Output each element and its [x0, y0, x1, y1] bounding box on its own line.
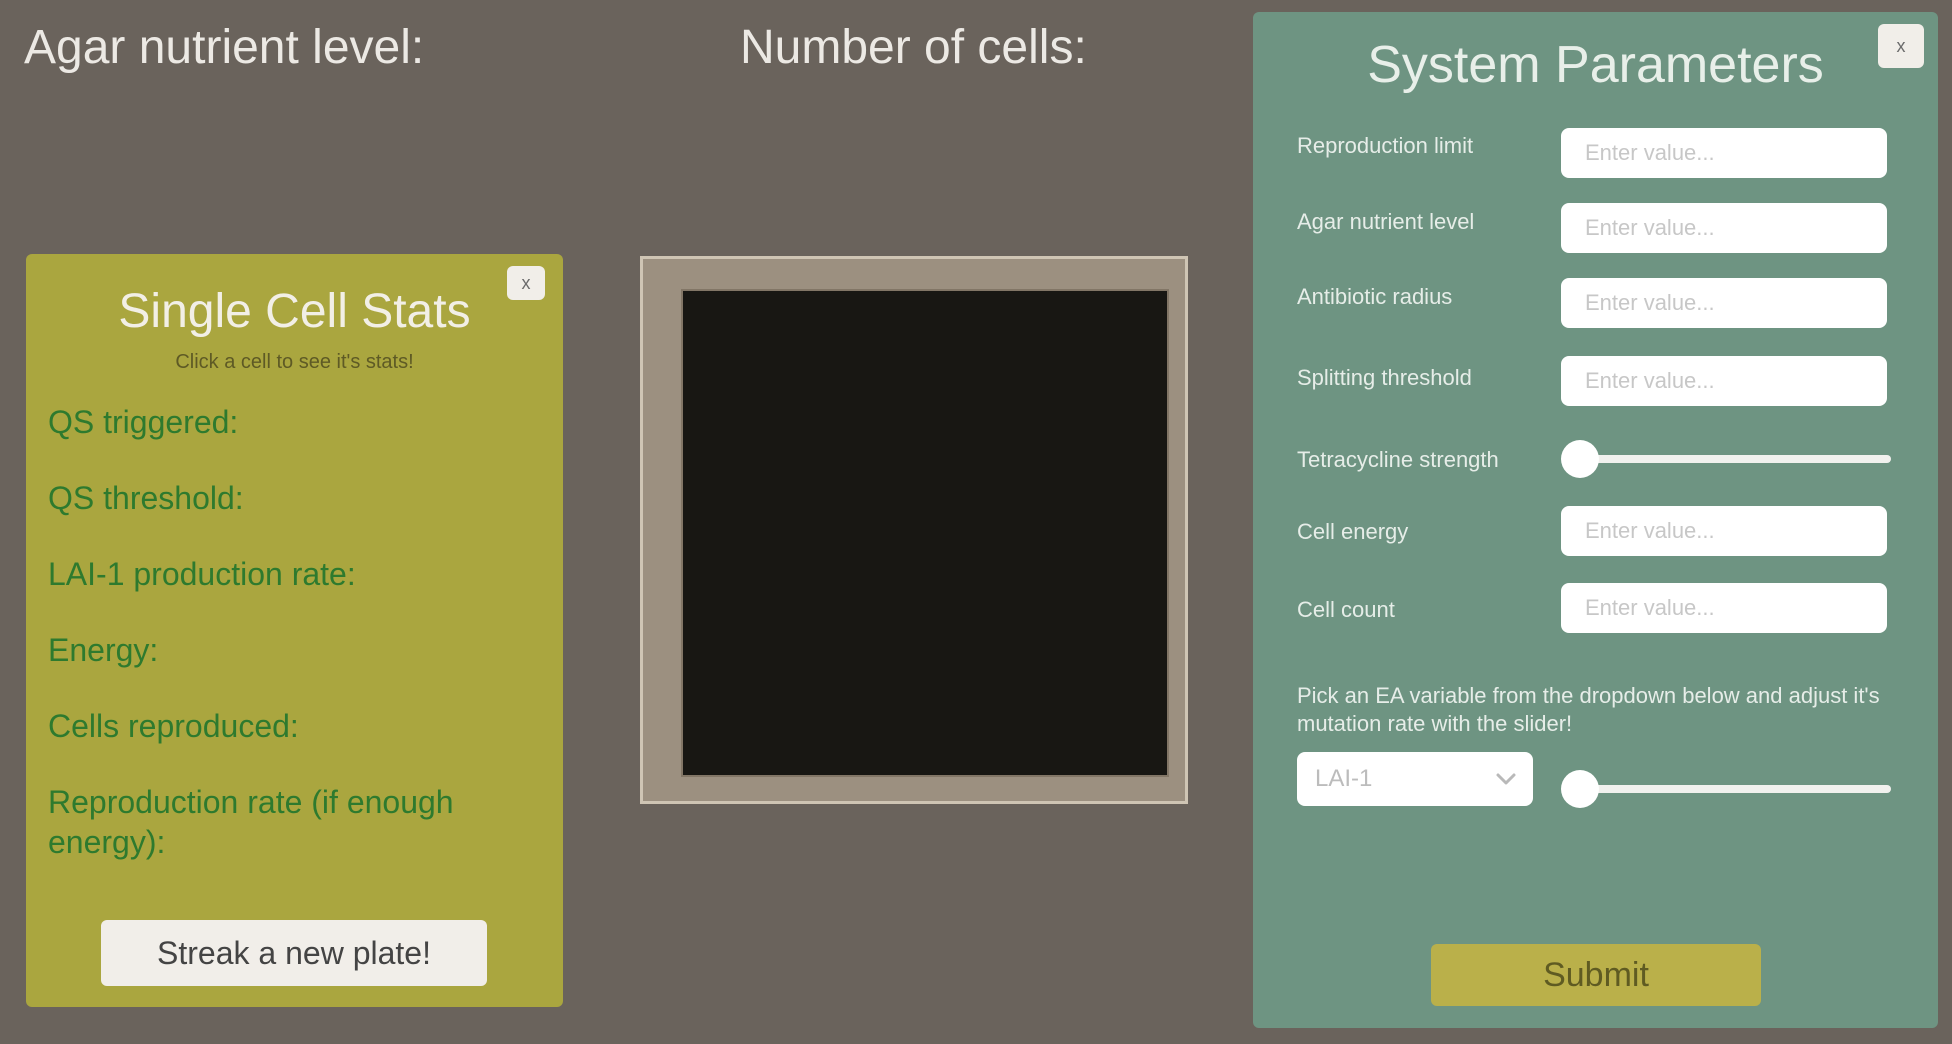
system-parameters-panel: x System Parameters Reproduction limit A…: [1253, 12, 1938, 1028]
cell-energy-input[interactable]: [1561, 506, 1887, 556]
dropdown-selected-value: LAI-1: [1315, 765, 1373, 792]
antibiotic-radius-label: Antibiotic radius: [1297, 284, 1453, 309]
slider-track[interactable]: [1581, 785, 1891, 793]
slider-track[interactable]: [1581, 455, 1891, 463]
simulation-canvas[interactable]: [683, 291, 1167, 775]
stat-cells-reproduced: Cells reproduced:: [48, 708, 299, 744]
streak-new-plate-button[interactable]: Streak a new plate!: [101, 920, 487, 986]
slider-thumb[interactable]: [1561, 440, 1599, 478]
chevron-down-icon: [1496, 773, 1516, 785]
reproduction-limit-input[interactable]: [1561, 128, 1887, 178]
mutation-hint-text: Pick an EA variable from the dropdown be…: [1297, 683, 1880, 736]
mutation-rate-slider[interactable]: [1561, 769, 1891, 809]
antibiotic-radius-input[interactable]: [1561, 278, 1887, 328]
petri-dish-frame: [640, 256, 1188, 804]
stat-qs-triggered: QS triggered:: [48, 404, 239, 440]
agar-nutrient-level-input[interactable]: [1561, 203, 1887, 253]
agar-nutrient-level-label: Agar nutrient level:: [24, 21, 425, 74]
stats-panel-subtitle: Click a cell to see it's stats!: [175, 351, 414, 373]
params-panel-title: System Parameters: [1367, 36, 1824, 94]
single-cell-stats-panel: x Single Cell Stats Click a cell to see …: [26, 254, 563, 1007]
submit-button[interactable]: Submit: [1431, 944, 1761, 1006]
splitting-threshold-input[interactable]: [1561, 356, 1887, 406]
stat-energy: Energy:: [48, 632, 159, 668]
slider-thumb[interactable]: [1561, 770, 1599, 808]
tetracycline-strength-label: Tetracycline strength: [1297, 447, 1499, 472]
stat-reproduction-rate: Reproduction rate (if enough energy):: [48, 784, 454, 860]
cell-energy-label: Cell energy: [1297, 519, 1409, 544]
agar-nutrient-level-param-label: Agar nutrient level: [1297, 209, 1475, 234]
cell-count-input[interactable]: [1561, 583, 1887, 633]
stats-panel-title: Single Cell Stats: [118, 285, 471, 338]
ea-variable-dropdown[interactable]: LAI-1: [1297, 752, 1533, 806]
reproduction-limit-label: Reproduction limit: [1297, 133, 1474, 158]
stat-qs-threshold: QS threshold:: [48, 480, 244, 516]
stat-lai1-production-rate: LAI-1 production rate:: [48, 556, 356, 592]
splitting-threshold-label: Splitting threshold: [1297, 365, 1472, 390]
number-of-cells-label: Number of cells:: [740, 21, 1087, 74]
tetracycline-strength-slider[interactable]: [1561, 439, 1891, 479]
cell-count-label: Cell count: [1297, 597, 1395, 622]
